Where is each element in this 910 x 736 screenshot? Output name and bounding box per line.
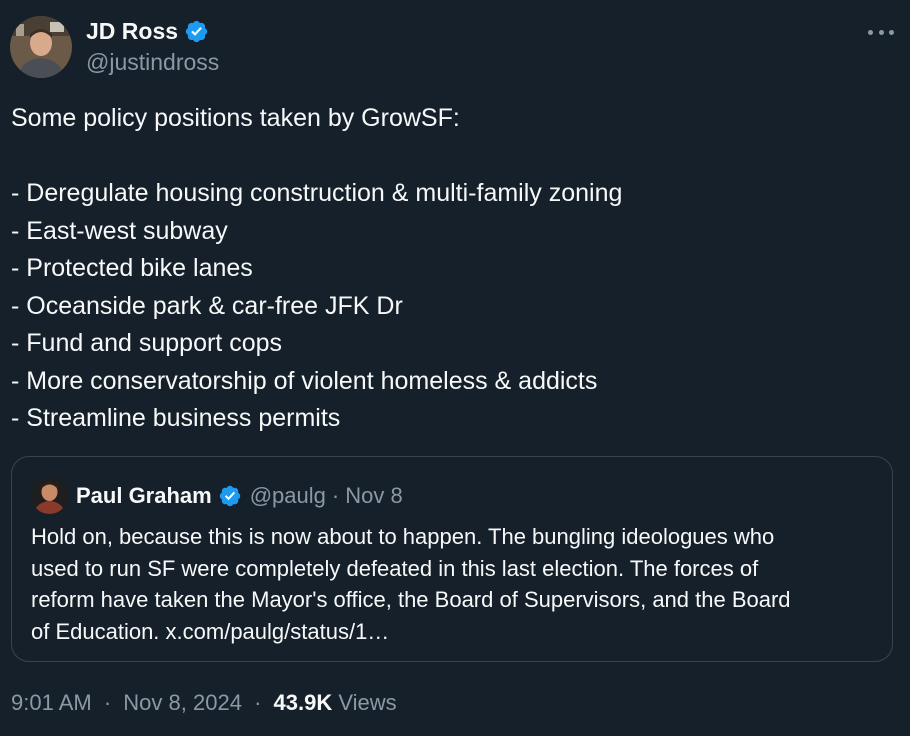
- tweet-text: Some policy positions taken by GrowSF: -…: [11, 100, 891, 438]
- quoted-line: reform have taken the Mayor's office, th…: [31, 587, 791, 612]
- quoted-line: of Education. x.com/paulg/status/1…: [31, 618, 390, 644]
- tweet-time[interactable]: 9:01 AM: [11, 690, 92, 715]
- tweet-line: - Oceanside park & car-free JFK Dr: [11, 291, 403, 320]
- separator-dot: ·: [103, 690, 112, 715]
- tweet-line: Some policy positions taken by GrowSF:: [11, 104, 460, 132]
- tweet-meta: 9:01 AM · Nov 8, 2024 · 43.9K Views: [11, 688, 397, 718]
- separator-dot: ·: [254, 690, 262, 715]
- more-horizontal-icon[interactable]: [868, 20, 894, 44]
- verified-badge-icon[interactable]: [184, 19, 209, 44]
- verified-badge-icon[interactable]: [218, 484, 242, 508]
- quoted-tweet[interactable]: Paul Graham @paulg · Nov 8 Hold on, beca…: [11, 456, 893, 662]
- quoted-author-name[interactable]: Paul Graham: [76, 481, 212, 511]
- tweet-line: - More conservatorship of violent homele…: [11, 366, 598, 395]
- views-label: Views: [338, 690, 397, 715]
- quoted-line: used to run SF were completely defeated …: [31, 555, 759, 581]
- tweet-line: [11, 138, 891, 176]
- quoted-date[interactable]: Nov 8: [345, 481, 402, 511]
- quoted-header: Paul Graham @paulg · Nov 8: [76, 481, 403, 511]
- quoted-author-handle[interactable]: @paulg: [250, 481, 326, 511]
- author-name-row[interactable]: JD Ross: [86, 16, 209, 46]
- tweet-line: - Protected bike lanes: [11, 254, 253, 282]
- separator-dot: ·: [331, 483, 340, 508]
- quoted-author-avatar[interactable]: [31, 477, 68, 514]
- tweet-line: - Deregulate housing construction & mult…: [11, 179, 623, 207]
- views-count[interactable]: 43.9K: [274, 690, 333, 715]
- tweet-line: - Streamline business permits: [11, 404, 341, 432]
- quoted-line: Hold on, because this is now about to ha…: [31, 524, 775, 549]
- tweet-date[interactable]: Nov 8, 2024: [123, 690, 242, 715]
- author-handle[interactable]: @justindross: [86, 48, 219, 76]
- author-avatar[interactable]: [10, 16, 72, 78]
- author-name[interactable]: JD Ross: [86, 16, 178, 46]
- quoted-text: Hold on, because this is now about to ha…: [31, 521, 881, 647]
- tweet-line: - East-west subway: [11, 216, 228, 245]
- tweet-line: - Fund and support cops: [11, 329, 282, 357]
- tweet: JD Ross @justindross Some policy positio…: [0, 0, 910, 736]
